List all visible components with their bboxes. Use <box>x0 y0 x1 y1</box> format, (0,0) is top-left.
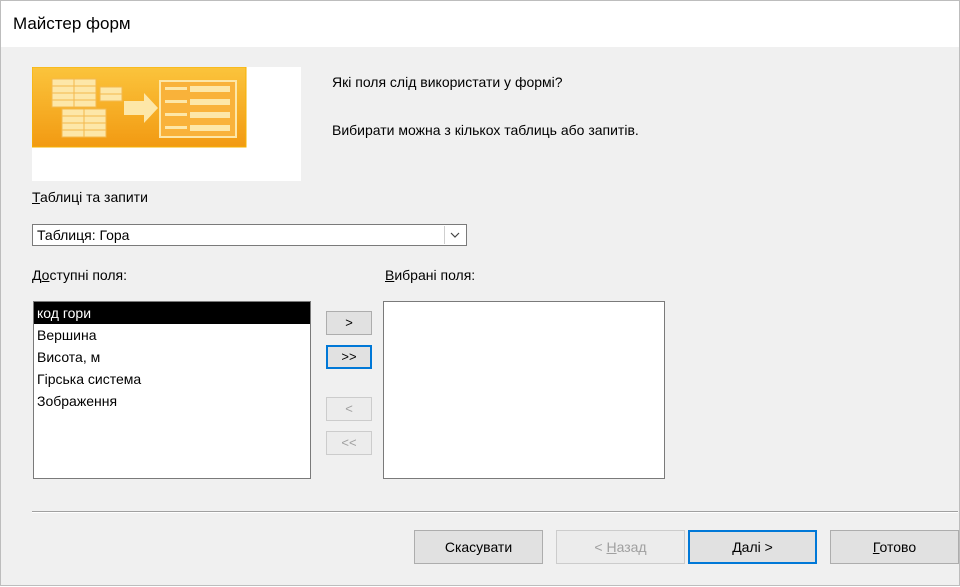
add-one-field-button[interactable]: > <box>326 311 372 335</box>
next-button-accesskey: Д <box>732 539 742 555</box>
next-button[interactable]: Далі > <box>688 530 817 564</box>
footer-divider <box>32 511 958 513</box>
back-button-text: азад <box>616 539 647 555</box>
list-item[interactable]: код гори <box>34 302 310 324</box>
question-text: Які поля слід використати у формі? <box>332 74 563 90</box>
finish-button[interactable]: Готово <box>830 530 959 564</box>
list-item[interactable]: Висота, м <box>34 346 310 368</box>
wizard-panel: Які поля слід використати у формі? Вибир… <box>0 47 960 586</box>
next-button-text: алі > <box>741 539 773 555</box>
finish-button-text: отово <box>879 539 917 555</box>
back-button-accesskey: Н <box>606 539 617 555</box>
tables-queries-label: Таблиці та запити <box>32 189 148 205</box>
wizard-illustration <box>31 66 301 181</box>
available-fields-label-text: ступні поля: <box>49 267 128 283</box>
tables-queries-label-accesskey: Т <box>32 189 40 205</box>
tables-queries-label-text: аблиці та запити <box>39 189 148 205</box>
available-fields-list[interactable]: код гори Вершина Висота, м Гірська систе… <box>33 301 311 479</box>
selected-fields-label-accesskey: В <box>385 267 395 283</box>
selected-fields-label: Вибрані поля: <box>385 267 475 283</box>
tables-queries-dropdown[interactable]: Таблиця: Гора <box>32 224 467 246</box>
form-wizard-graphic-icon <box>31 66 247 148</box>
window-title: Майстер форм <box>13 14 131 33</box>
selected-fields-list[interactable] <box>383 301 665 479</box>
cancel-button[interactable]: Скасувати <box>414 530 543 564</box>
list-item[interactable]: Вершина <box>34 324 310 346</box>
back-button-prefix: < <box>594 539 607 555</box>
tables-queries-selected-value: Таблиця: Гора <box>37 227 130 243</box>
remove-one-field-button[interactable]: < <box>326 397 372 421</box>
selected-fields-label-text: ибрані поля: <box>394 267 476 283</box>
available-fields-label: Доступні поля: <box>32 267 127 283</box>
list-item[interactable]: Гірська система <box>34 368 310 390</box>
dropdown-toggle-button[interactable] <box>444 226 465 244</box>
hint-text: Вибирати можна з кількох таблиць або зап… <box>332 122 639 138</box>
title-bar: Майстер форм <box>0 0 960 48</box>
finish-button-accesskey: Г <box>872 539 880 555</box>
back-button[interactable]: < Назад <box>556 530 685 564</box>
add-all-fields-button[interactable]: >> <box>326 345 372 369</box>
chevron-down-icon <box>450 232 460 238</box>
available-fields-label-pre: Д <box>32 267 42 283</box>
list-item[interactable]: Зображення <box>34 390 310 412</box>
remove-all-fields-button[interactable]: << <box>326 431 372 455</box>
